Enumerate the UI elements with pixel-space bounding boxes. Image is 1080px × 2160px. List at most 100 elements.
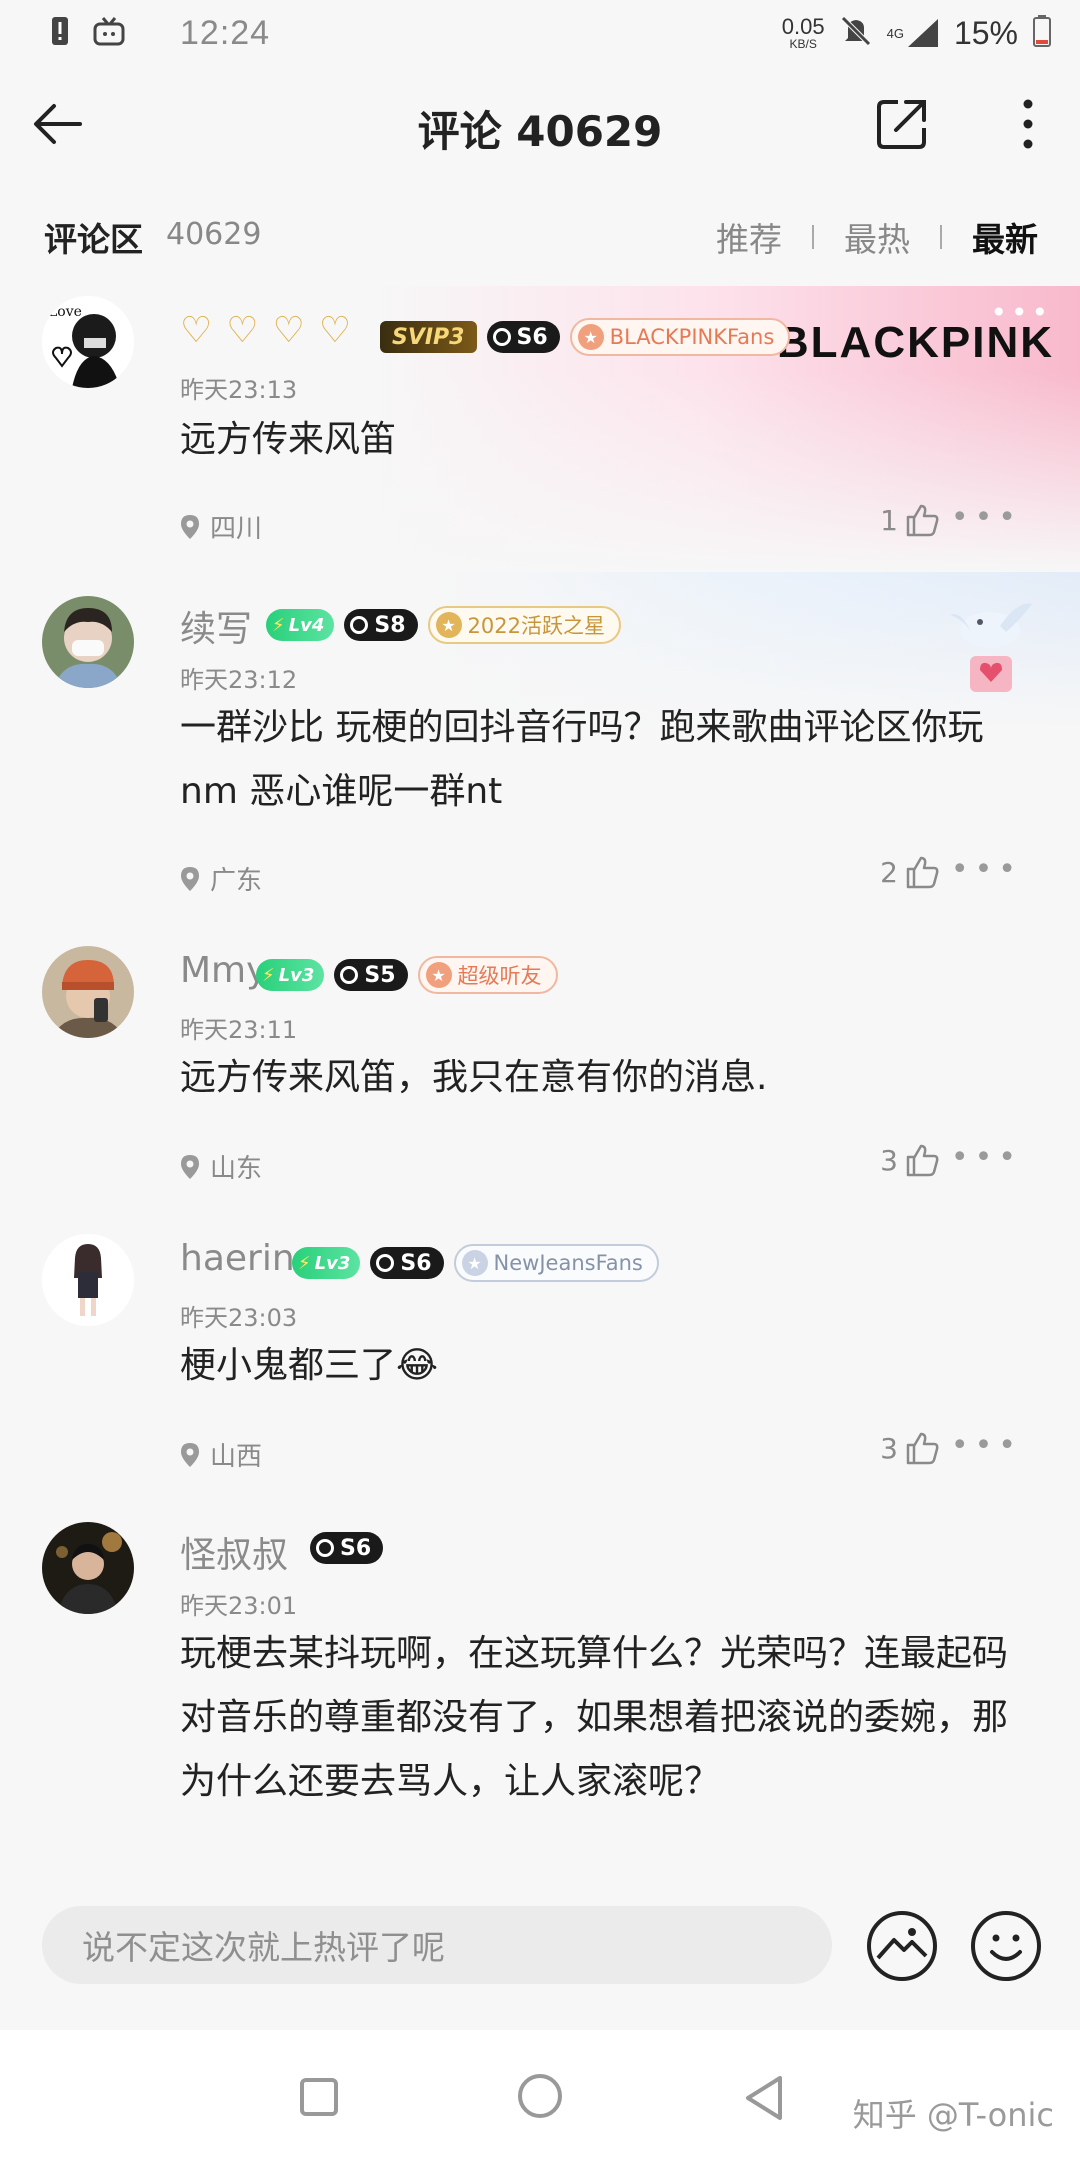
- badge-row: ⚡ Lv4 S8 ★ 2022活跃之星: [266, 606, 621, 644]
- season-badge: S6: [370, 1247, 444, 1279]
- net-speed: 0.05 KB/S: [781, 14, 825, 51]
- thumbs-up-icon: [906, 504, 939, 537]
- username[interactable]: 续写: [180, 600, 252, 652]
- system-back-button[interactable]: [742, 2074, 786, 2126]
- location-pin-icon: [181, 1154, 199, 1179]
- fan-badge: ★ BLACKPINKFans: [569, 318, 791, 356]
- thumbs-up-icon: [906, 1144, 939, 1177]
- avatar[interactable]: [42, 1522, 134, 1614]
- location-pin-icon: [181, 1442, 199, 1467]
- watermark: 知乎 @T-onic: [852, 2096, 1054, 2134]
- more-options-button[interactable]: •••: [951, 852, 1022, 887]
- recents-button[interactable]: [300, 2078, 338, 2116]
- level-badge: ⚡ Lv3: [292, 1247, 361, 1279]
- star-icon: ★: [425, 962, 452, 988]
- avatar[interactable]: [42, 946, 134, 1038]
- comment-text[interactable]: 远方传来风笛: [180, 408, 1040, 472]
- banner-dots-icon: •••: [990, 296, 1052, 329]
- thumbs-up-icon: [906, 1432, 939, 1465]
- lightning-icon: ⚡: [262, 964, 275, 986]
- like-button[interactable]: 2: [880, 854, 940, 890]
- fan-badge: ★ 2022活跃之星: [427, 606, 621, 644]
- signal-icon: 4G: [887, 17, 940, 49]
- comment-input[interactable]: 说不定这次就上热评了呢: [42, 1906, 832, 1984]
- avatar[interactable]: [42, 596, 134, 688]
- comment-filter-bar: 评论区 40629 推荐 最热 最新: [0, 205, 1080, 265]
- location-pin-icon: [181, 866, 199, 891]
- star-icon: ★: [461, 1250, 488, 1276]
- comment-text[interactable]: 一群沙比 玩梗的回抖音行吗？跑来歌曲评论区你玩nm 恶心谁呢一群nt: [180, 696, 1040, 824]
- like-button[interactable]: 3: [880, 1430, 940, 1466]
- sort-tabs: 推荐 最热 最新: [716, 213, 1038, 261]
- avatar[interactable]: Love: [42, 296, 134, 388]
- like-button[interactable]: 3: [880, 1142, 940, 1178]
- avatar[interactable]: [42, 1234, 134, 1326]
- heart-icon: ♡: [318, 310, 352, 351]
- season-badge: S6: [310, 1532, 384, 1564]
- comment-count: 40629: [166, 217, 262, 252]
- mute-icon: [839, 14, 873, 53]
- star-icon: ★: [577, 324, 604, 350]
- comment-time: 昨天23:11: [180, 1016, 298, 1044]
- more-options-button[interactable]: •••: [951, 500, 1022, 535]
- battery-percent: 15%: [953, 14, 1018, 51]
- heart-badges: ♡ ♡ ♡ ♡: [180, 310, 351, 351]
- divider: [940, 225, 942, 249]
- lightning-icon: ⚡: [272, 614, 285, 636]
- comment-text[interactable]: 远方传来风笛，我只在意有你的消息.: [180, 1046, 1040, 1110]
- comment-location: 山西: [180, 1436, 262, 1473]
- header-bar: 评论 40629: [0, 70, 1080, 180]
- sort-recommended[interactable]: 推荐: [716, 213, 782, 261]
- sort-hottest[interactable]: 最热: [844, 213, 910, 261]
- share-button[interactable]: [874, 96, 930, 152]
- level-badge: ⚡ Lv4: [266, 609, 335, 641]
- more-options-button[interactable]: •••: [951, 1140, 1022, 1175]
- status-bar: 12:24 0.05 KB/S 4G 15%: [0, 0, 1080, 66]
- divider: [812, 225, 814, 249]
- badge-row: S6: [310, 1532, 384, 1564]
- comment-text[interactable]: 梗小鬼都三了😂: [180, 1334, 1040, 1398]
- season-badge: S5: [334, 959, 408, 991]
- tv-icon: [92, 16, 126, 51]
- comment-location: 四川: [180, 508, 262, 545]
- username[interactable]: haerin: [180, 1238, 295, 1279]
- thumbs-up-icon: [906, 856, 939, 889]
- comment-text[interactable]: 玩梗去某抖玩啊，在这玩算什么？光荣吗？连最起码对音乐的尊重都没有了，如果想着把滚…: [180, 1622, 1040, 1814]
- image-icon: [867, 1911, 937, 1981]
- heart-icon: ♡: [272, 310, 305, 351]
- level-badge: ⚡ Lv3: [256, 959, 325, 991]
- sort-newest[interactable]: 最新: [972, 213, 1038, 261]
- alert-icon: [50, 15, 70, 52]
- badge-row: ⚡ Lv3 S6 ★ NewJeansFans: [292, 1244, 659, 1282]
- emoji-button[interactable]: [970, 1910, 1042, 1982]
- lightning-icon: ⚡: [298, 1252, 311, 1274]
- triangle-back-icon: [746, 2076, 782, 2120]
- section-label: 评论区: [44, 220, 143, 259]
- comment-time: 昨天23:03: [180, 1304, 298, 1332]
- emoji-icon: [971, 1911, 1041, 1981]
- home-button[interactable]: [518, 2074, 562, 2118]
- comment-location: 广东: [180, 860, 262, 897]
- image-button[interactable]: [866, 1910, 938, 1982]
- more-options-button[interactable]: •••: [951, 1428, 1022, 1463]
- comment-input-bar: 说不定这次就上热评了呢: [0, 1870, 1080, 2020]
- more-vertical-icon: [1023, 99, 1033, 149]
- username[interactable]: 怪叔叔: [180, 1526, 288, 1578]
- fan-badge: ★ 超级听友: [417, 956, 558, 994]
- status-time: 12:24: [180, 13, 271, 52]
- like-button[interactable]: 1: [880, 502, 940, 538]
- comment-location: 山东: [180, 1148, 262, 1185]
- comment-time: 昨天23:12: [180, 666, 298, 694]
- location-pin-icon: [181, 514, 199, 539]
- season-badge: S8: [344, 609, 418, 641]
- username[interactable]: Mmy: [180, 950, 267, 991]
- badge-row: SVIP3 S6 ★ BLACKPINKFans: [380, 318, 791, 356]
- comment-time: 昨天23:13: [180, 376, 298, 404]
- more-button[interactable]: [1016, 96, 1040, 152]
- comment-time: 昨天23:01: [180, 1592, 298, 1620]
- fan-badge: ★ NewJeansFans: [453, 1244, 659, 1282]
- heart-icon: ♡: [226, 310, 259, 351]
- svip-badge: SVIP3: [380, 321, 477, 353]
- badge-row: ⚡ Lv3 S5 ★ 超级听友: [256, 956, 558, 994]
- star-icon: ★: [435, 612, 462, 638]
